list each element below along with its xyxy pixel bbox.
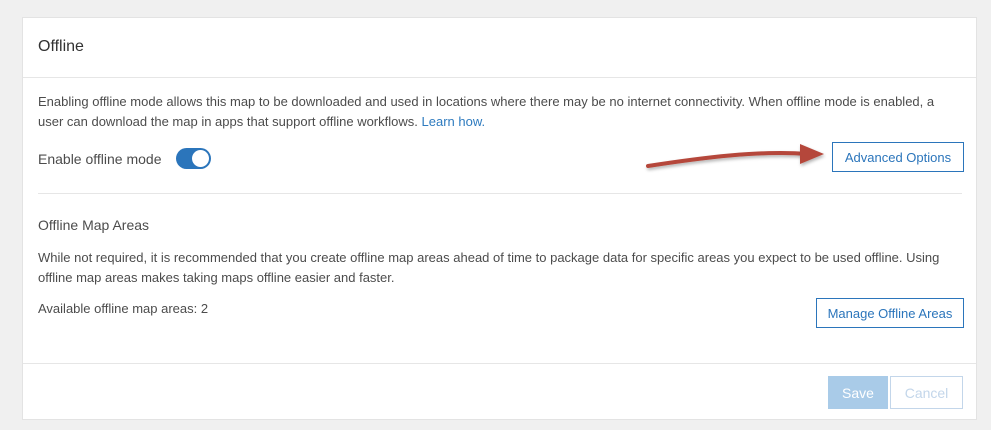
map-areas-description-wrap: While not required, it is recommended th… — [38, 248, 962, 288]
card-title: Offline — [38, 38, 84, 55]
map-areas-section: Offline Map Areas — [38, 217, 962, 233]
map-areas-heading: Offline Map Areas — [38, 217, 150, 233]
card-footer: Save Cancel — [23, 363, 976, 419]
cancel-button[interactable]: Cancel — [890, 376, 963, 409]
enable-offline-toggle[interactable] — [175, 148, 211, 169]
toggle-knob — [191, 150, 209, 167]
available-areas-count: Available offline map areas: 2 — [38, 301, 209, 316]
enable-offline-label: Enable offline mode — [38, 150, 162, 167]
manage-offline-areas-button[interactable]: Manage Offline Areas — [816, 298, 964, 328]
card-header: Offline — [23, 18, 976, 78]
offline-mode-section: Enabling offline mode allows this map to… — [38, 92, 962, 132]
learn-how-link[interactable]: Learn how. — [422, 114, 486, 129]
section-divider — [38, 193, 962, 194]
enable-offline-row: Enable offline mode — [38, 148, 211, 169]
advanced-options-button[interactable]: Advanced Options — [832, 142, 964, 172]
offline-mode-description: Enabling offline mode allows this map to… — [38, 92, 962, 132]
map-areas-description: While not required, it is recommended th… — [38, 250, 940, 285]
offline-settings-card: Offline Enabling offline mode allows thi… — [22, 17, 977, 420]
offline-mode-description-text: Enabling offline mode allows this map to… — [38, 94, 935, 129]
save-button[interactable]: Save — [828, 376, 888, 409]
red-arrow-icon — [646, 144, 824, 168]
